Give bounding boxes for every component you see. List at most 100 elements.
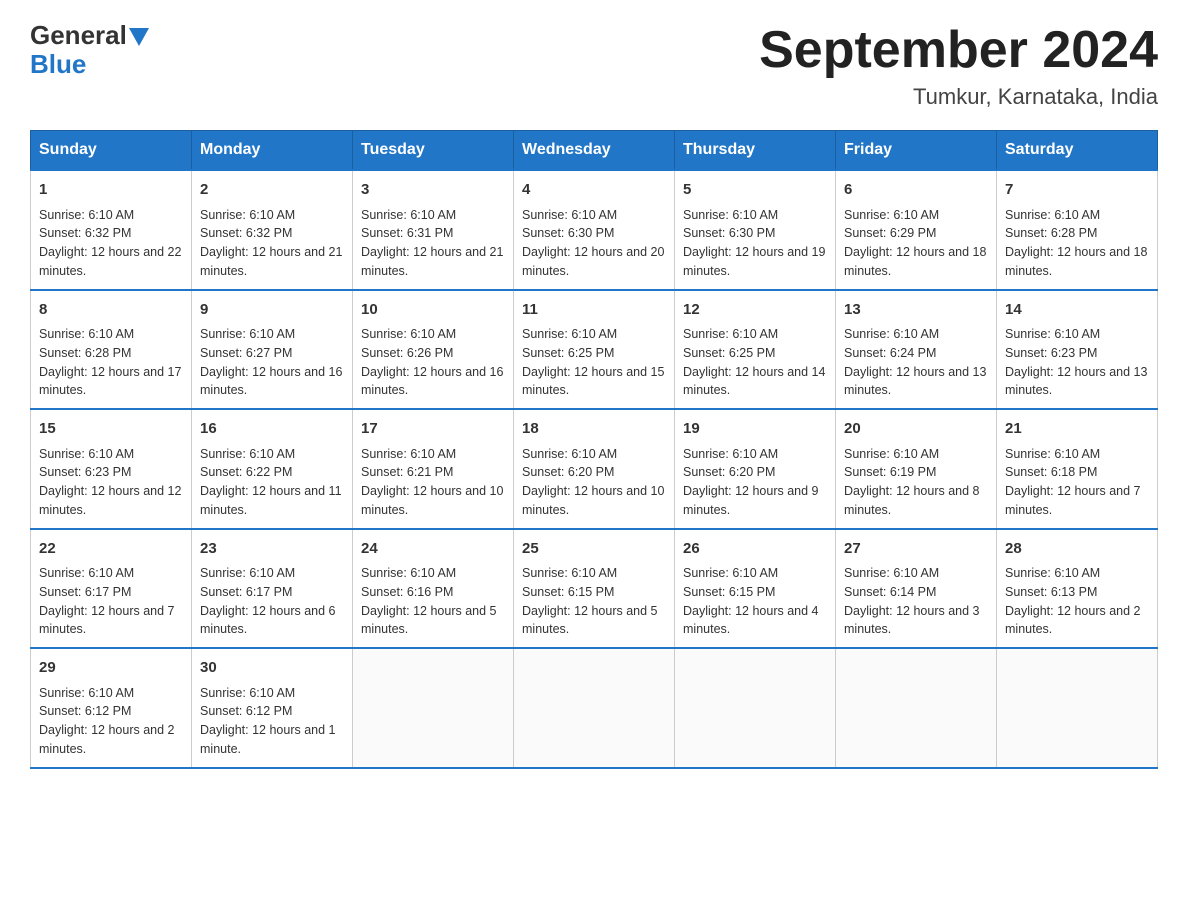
day-info: Sunrise: 6:10 AMSunset: 6:32 PMDaylight:… [200,206,344,281]
title-area: September 2024 Tumkur, Karnataka, India [759,20,1158,110]
calendar-table: SundayMondayTuesdayWednesdayThursdayFrid… [30,130,1158,769]
day-number: 9 [200,299,344,322]
table-row: 30Sunrise: 6:10 AMSunset: 6:12 PMDayligh… [192,648,353,768]
header-day-friday: Friday [836,131,997,171]
table-row: 26 Sunrise: 6:10 AMSunset: 6:15 PMDayligh… [675,529,836,649]
table-row: 10 Sunrise: 6:10 AMSunset: 6:26 PMDayligh… [353,290,514,410]
day-number: 21 [1005,418,1149,441]
day-info: Sunrise: 6:10 AMSunset: 6:29 PMDaylight:… [844,206,988,281]
day-info: Sunrise: 6:10 AMSunset: 6:15 PMDaylight:… [522,564,666,639]
day-number: 11 [522,299,666,322]
day-number: 12 [683,299,827,322]
day-number: 6 [844,179,988,202]
table-row: 24Sunrise: 6:10 AMSunset: 6:16 PMDayligh… [353,529,514,649]
day-number: 28 [1005,538,1149,561]
table-row: 19 Sunrise: 6:10 AMSunset: 6:20 PMDayligh… [675,409,836,529]
day-number: 26 [683,538,827,561]
day-number: 16 [200,418,344,441]
table-row [997,648,1158,768]
table-row: 15 Sunrise: 6:10 AMSunset: 6:23 PMDayligh… [31,409,192,529]
calendar-week-row: 15 Sunrise: 6:10 AMSunset: 6:23 PMDayligh… [31,409,1158,529]
table-row: 25 Sunrise: 6:10 AMSunset: 6:15 PMDayligh… [514,529,675,649]
day-info: Sunrise: 6:10 AMSunset: 6:32 PMDaylight:… [39,206,183,281]
header-day-sunday: Sunday [31,131,192,171]
day-number: 13 [844,299,988,322]
table-row: 9 Sunrise: 6:10 AMSunset: 6:27 PMDaylight… [192,290,353,410]
calendar-week-row: 29 Sunrise: 6:10 AMSunset: 6:12 PMDayligh… [31,648,1158,768]
calendar-week-row: 22 Sunrise: 6:10 AMSunset: 6:17 PMDayligh… [31,529,1158,649]
day-number: 18 [522,418,666,441]
table-row: 23 Sunrise: 6:10 AMSunset: 6:17 PMDayligh… [192,529,353,649]
day-info: Sunrise: 6:10 AMSunset: 6:20 PMDaylight:… [683,445,827,520]
day-number: 30 [200,657,344,680]
calendar-week-row: 8Sunrise: 6:10 AMSunset: 6:28 PMDaylight… [31,290,1158,410]
day-info: Sunrise: 6:10 AMSunset: 6:30 PMDaylight:… [683,206,827,281]
table-row: 20Sunrise: 6:10 AMSunset: 6:19 PMDayligh… [836,409,997,529]
table-row: 29 Sunrise: 6:10 AMSunset: 6:12 PMDayligh… [31,648,192,768]
table-row: 28 Sunrise: 6:10 AMSunset: 6:13 PMDayligh… [997,529,1158,649]
day-info: Sunrise: 6:10 AMSunset: 6:26 PMDaylight:… [361,325,505,400]
day-number: 2 [200,179,344,202]
day-info: Sunrise: 6:10 AMSunset: 6:27 PMDaylight:… [200,325,344,400]
day-info: Sunrise: 6:10 AMSunset: 6:21 PMDaylight:… [361,445,505,520]
table-row: 14 Sunrise: 6:10 AMSunset: 6:23 PMDayligh… [997,290,1158,410]
day-info: Sunrise: 6:10 AMSunset: 6:20 PMDaylight:… [522,445,666,520]
table-row: 16 Sunrise: 6:10 AMSunset: 6:22 PMDayligh… [192,409,353,529]
header-day-tuesday: Tuesday [353,131,514,171]
header-day-saturday: Saturday [997,131,1158,171]
day-info: Sunrise: 6:10 AMSunset: 6:28 PMDaylight:… [1005,206,1149,281]
table-row: 11Sunrise: 6:10 AMSunset: 6:25 PMDayligh… [514,290,675,410]
table-row: 8Sunrise: 6:10 AMSunset: 6:28 PMDaylight… [31,290,192,410]
table-row: 22 Sunrise: 6:10 AMSunset: 6:17 PMDayligh… [31,529,192,649]
day-number: 23 [200,538,344,561]
day-info: Sunrise: 6:10 AMSunset: 6:24 PMDaylight:… [844,325,988,400]
day-info: Sunrise: 6:10 AMSunset: 6:12 PMDaylight:… [39,684,183,759]
day-info: Sunrise: 6:10 AMSunset: 6:23 PMDaylight:… [1005,325,1149,400]
day-number: 20 [844,418,988,441]
day-number: 27 [844,538,988,561]
day-number: 14 [1005,299,1149,322]
day-info: Sunrise: 6:10 AMSunset: 6:22 PMDaylight:… [200,445,344,520]
table-row: 12 Sunrise: 6:10 AMSunset: 6:25 PMDayligh… [675,290,836,410]
day-number: 22 [39,538,183,561]
day-info: Sunrise: 6:10 AMSunset: 6:31 PMDaylight:… [361,206,505,281]
day-number: 29 [39,657,183,680]
table-row: 27 Sunrise: 6:10 AMSunset: 6:14 PMDayligh… [836,529,997,649]
calendar-week-row: 1 Sunrise: 6:10 AMSunset: 6:32 PMDaylight… [31,170,1158,290]
day-info: Sunrise: 6:10 AMSunset: 6:17 PMDaylight:… [39,564,183,639]
day-info: Sunrise: 6:10 AMSunset: 6:28 PMDaylight:… [39,325,183,400]
day-info: Sunrise: 6:10 AMSunset: 6:23 PMDaylight:… [39,445,183,520]
logo-blue-text: Blue [30,49,86,79]
day-info: Sunrise: 6:10 AMSunset: 6:17 PMDaylight:… [200,564,344,639]
day-number: 3 [361,179,505,202]
day-info: Sunrise: 6:10 AMSunset: 6:14 PMDaylight:… [844,564,988,639]
day-number: 4 [522,179,666,202]
table-row: 18 Sunrise: 6:10 AMSunset: 6:20 PMDayligh… [514,409,675,529]
table-row: 17 Sunrise: 6:10 AMSunset: 6:21 PMDayligh… [353,409,514,529]
day-number: 15 [39,418,183,441]
table-row: 21 Sunrise: 6:10 AMSunset: 6:18 PMDayligh… [997,409,1158,529]
day-number: 10 [361,299,505,322]
day-info: Sunrise: 6:10 AMSunset: 6:13 PMDaylight:… [1005,564,1149,639]
table-row: 7Sunrise: 6:10 AMSunset: 6:28 PMDaylight… [997,170,1158,290]
day-info: Sunrise: 6:10 AMSunset: 6:18 PMDaylight:… [1005,445,1149,520]
logo-general-text: General [30,20,127,51]
logo: General Blue [30,20,149,80]
table-row [514,648,675,768]
day-number: 19 [683,418,827,441]
calendar-subtitle: Tumkur, Karnataka, India [759,84,1158,110]
calendar-header-row: SundayMondayTuesdayWednesdayThursdayFrid… [31,131,1158,171]
table-row: 13 Sunrise: 6:10 AMSunset: 6:24 PMDayligh… [836,290,997,410]
day-number: 5 [683,179,827,202]
table-row: 6 Sunrise: 6:10 AMSunset: 6:29 PMDaylight… [836,170,997,290]
header-day-thursday: Thursday [675,131,836,171]
day-number: 25 [522,538,666,561]
table-row: 5 Sunrise: 6:10 AMSunset: 6:30 PMDaylight… [675,170,836,290]
day-number: 17 [361,418,505,441]
day-info: Sunrise: 6:10 AMSunset: 6:25 PMDaylight:… [683,325,827,400]
table-row: 3 Sunrise: 6:10 AMSunset: 6:31 PMDaylight… [353,170,514,290]
day-number: 1 [39,179,183,202]
day-info: Sunrise: 6:10 AMSunset: 6:15 PMDaylight:… [683,564,827,639]
day-info: Sunrise: 6:10 AMSunset: 6:30 PMDaylight:… [522,206,666,281]
day-info: Sunrise: 6:10 AMSunset: 6:16 PMDaylight:… [361,564,505,639]
